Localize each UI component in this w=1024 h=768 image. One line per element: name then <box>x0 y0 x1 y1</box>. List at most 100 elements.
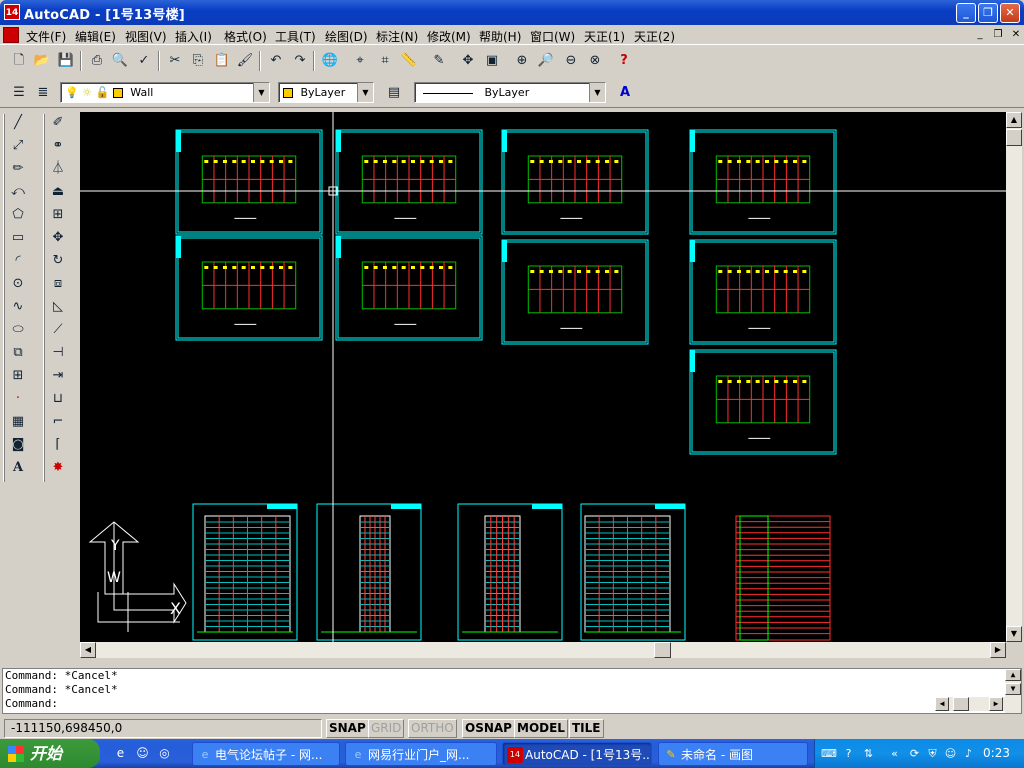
restore-button[interactable]: ❐ <box>978 3 998 23</box>
qq-icon[interactable]: ☺ <box>134 745 151 762</box>
redraw-icon[interactable]: ✎ <box>428 50 450 72</box>
menu-modify[interactable]: 修改(M) <box>427 28 471 45</box>
zoom-previous-icon[interactable]: ⊖ <box>560 50 582 72</box>
region-icon[interactable]: ◙ <box>7 434 29 456</box>
make-block-icon[interactable]: ⊞ <box>7 365 29 387</box>
menu-file[interactable]: 文件(F) <box>26 28 66 45</box>
taskbar-item-active[interactable]: 14 AutoCAD - [1号13号... <box>502 742 652 766</box>
scale-icon[interactable]: ⧈ <box>47 273 69 295</box>
aerial-view-icon[interactable]: ▣ <box>481 50 503 72</box>
menu-help[interactable]: 帮助(H) <box>479 28 521 45</box>
close-button[interactable]: ✕ <box>1000 3 1020 23</box>
scroll-thumb[interactable] <box>654 642 671 658</box>
circle-icon[interactable]: ⊙ <box>7 273 29 295</box>
menu-view[interactable]: 视图(V) <box>125 28 167 45</box>
print-preview-icon[interactable]: 🔍 <box>109 50 131 72</box>
taskbar-item[interactable]: e 电气论坛帖子 - 网... <box>192 742 340 766</box>
shield-icon[interactable]: ⛨ <box>925 746 940 761</box>
ucs-icon[interactable]: ⌗ <box>374 50 396 72</box>
scroll-up-icon[interactable]: ▲ <box>1005 669 1021 681</box>
spell-check-icon[interactable]: ✓ <box>133 50 155 72</box>
make-layer-current-icon[interactable]: ≣ <box>32 82 54 104</box>
save-icon[interactable]: 💾 <box>55 50 77 72</box>
erase-icon[interactable]: ✐ <box>47 112 69 134</box>
model-toggle[interactable]: MODEL <box>514 719 568 738</box>
menu-draw[interactable]: 绘图(D) <box>325 28 368 45</box>
insert-block-icon[interactable]: ⧉ <box>7 342 29 364</box>
trim-icon[interactable]: ⊣ <box>47 342 69 364</box>
menu-tangent-2[interactable]: 天正(2) <box>634 28 675 45</box>
minimize-button[interactable]: _ <box>956 3 976 23</box>
zoom-realtime-icon[interactable]: 🔎 <box>535 50 557 72</box>
launch-browser-icon[interactable]: 🌐 <box>319 50 341 72</box>
snap-toggle[interactable]: SNAP <box>326 719 369 738</box>
ortho-toggle[interactable]: ORTHO <box>408 719 457 738</box>
lengthen-icon[interactable]: ⟋ <box>47 319 69 341</box>
menu-format[interactable]: 格式(O) <box>224 28 267 45</box>
start-button[interactable]: 开始 <box>0 739 100 768</box>
fillet-icon[interactable]: ⌈ <box>47 434 69 456</box>
new-icon[interactable]: 🗋 <box>8 50 30 72</box>
mirror-icon[interactable]: ⏃ <box>47 158 69 180</box>
spline-icon[interactable]: ∿ <box>7 296 29 318</box>
point-icon[interactable]: · <box>7 388 29 410</box>
tile-toggle[interactable]: TILE <box>569 719 604 738</box>
pan-icon[interactable]: ✥ <box>457 50 479 72</box>
menu-insert[interactable]: 插入(I) <box>175 28 212 45</box>
doc-minimize-icon[interactable]: _ <box>972 27 988 42</box>
horizontal-scrollbar[interactable]: ◀ ▶ <box>80 642 1006 658</box>
rectangle-icon[interactable]: ▭ <box>7 227 29 249</box>
sync-icon[interactable]: ⟳ <box>907 746 922 761</box>
scroll-left-icon[interactable]: ◀ <box>935 697 949 711</box>
polygon-icon[interactable]: ⤺ <box>7 181 29 203</box>
scroll-thumb[interactable] <box>1006 129 1022 146</box>
autocad-app-icon[interactable]: 14 <box>4 4 20 20</box>
rotate-icon[interactable]: ↻ <box>47 250 69 272</box>
doc-restore-icon[interactable]: ❐ <box>990 27 1006 42</box>
command-prompt[interactable]: Command: <box>5 697 1021 711</box>
scroll-up-icon[interactable]: ▲ <box>1006 112 1022 128</box>
volume-icon[interactable]: ♪ <box>961 746 976 761</box>
linetype-dropdown[interactable]: ByLayer ▼ <box>414 82 606 103</box>
copy-object-icon[interactable]: ⚭ <box>47 135 69 157</box>
document-icon[interactable] <box>3 27 19 43</box>
help-icon[interactable]: ? <box>613 50 635 72</box>
layer-dropdown[interactable]: 💡 ☼ 🔓 Wall ▼ <box>60 82 270 103</box>
scroll-thumb[interactable] <box>953 697 969 711</box>
distance-icon[interactable]: 📏 <box>398 50 420 72</box>
paste-icon[interactable]: 📋 <box>211 50 233 72</box>
command-hscroll[interactable]: ◀ ▶ <box>935 697 1005 711</box>
taskbar-item[interactable]: ✎ 未命名 - 画图 <box>658 742 808 766</box>
layers-icon[interactable]: ☰ <box>8 82 30 104</box>
scroll-down-icon[interactable]: ▼ <box>1006 626 1022 642</box>
menu-window[interactable]: 窗口(W) <box>530 28 575 45</box>
scroll-left-icon[interactable]: ◀ <box>80 642 96 658</box>
network-icon[interactable]: ⇅ <box>861 746 876 761</box>
extend-icon[interactable]: ⇥ <box>47 365 69 387</box>
text-style-icon[interactable]: A <box>614 82 636 104</box>
arc-icon[interactable]: ◜ <box>7 250 29 272</box>
toolbar-grip[interactable] <box>43 114 45 482</box>
redo-icon[interactable]: ↷ <box>289 50 311 72</box>
break-icon[interactable]: ⊔ <box>47 388 69 410</box>
ellipse-icon[interactable]: ⬭ <box>7 319 29 341</box>
line-icon[interactable]: ╱ <box>7 112 29 134</box>
object-snap-icon[interactable]: ⌖ <box>349 50 371 72</box>
construction-line-icon[interactable]: ⤢ <box>7 135 29 157</box>
command-window[interactable]: Command: *Cancel* Command: *Cancel* Comm… <box>2 668 1022 714</box>
hatch-icon[interactable]: ▦ <box>7 411 29 433</box>
taskbar-item[interactable]: e 网易行业门户_网... <box>345 742 497 766</box>
scroll-down-icon[interactable]: ▼ <box>1005 683 1021 695</box>
browser-icon[interactable]: ◎ <box>156 745 173 762</box>
scroll-right-icon[interactable]: ▶ <box>990 642 1006 658</box>
undo-icon[interactable]: ↶ <box>265 50 287 72</box>
osnap-toggle[interactable]: OSNAP <box>462 719 515 738</box>
stretch-icon[interactable]: ◺ <box>47 296 69 318</box>
array-icon[interactable]: ⊞ <box>47 204 69 226</box>
vertical-scrollbar[interactable]: ▲ ▼ <box>1006 112 1022 642</box>
print-icon[interactable]: ⎙ <box>86 50 108 72</box>
grid-toggle[interactable]: GRID <box>368 719 405 738</box>
qq-icon[interactable]: ☺ <box>943 746 958 761</box>
keyboard-icon[interactable]: ⌨ <box>821 746 837 761</box>
open-icon[interactable]: 📂 <box>31 50 53 72</box>
